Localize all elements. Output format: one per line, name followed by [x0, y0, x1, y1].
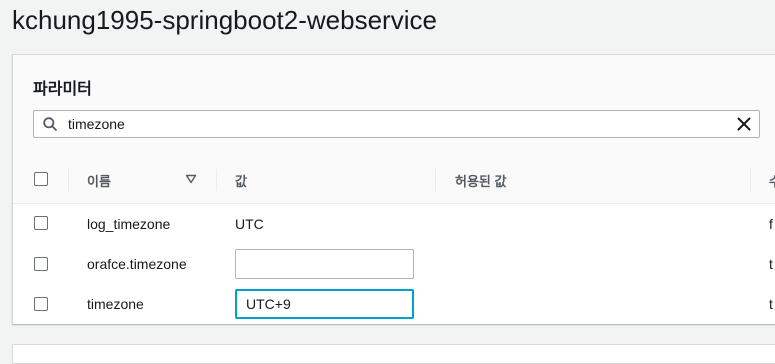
- parameter-next-column: f: [769, 216, 773, 232]
- panel-header: 파라미터: [13, 55, 775, 156]
- search-icon: [43, 117, 57, 131]
- search-input[interactable]: [68, 111, 718, 137]
- column-header-allowed-values: 허용된 값: [455, 174, 507, 189]
- parameter-value-input[interactable]: [235, 289, 414, 319]
- column-header-name[interactable]: 이름: [87, 171, 111, 190]
- column-header-value: 값: [235, 174, 247, 189]
- select-all-checkbox[interactable]: [34, 172, 48, 186]
- sort-down-icon[interactable]: [185, 174, 197, 184]
- column-separator: [216, 169, 217, 191]
- row-checkbox[interactable]: [34, 216, 48, 230]
- column-separator: [435, 169, 436, 191]
- parameter-next-column: t: [769, 296, 773, 312]
- parameters-panel: 파라미터 이름 값 허용된 값 수 log_timezone UTC: [12, 54, 775, 324]
- parameter-value: UTC: [235, 216, 264, 232]
- panel-title: 파라미터: [33, 81, 92, 98]
- table-row: orafce.timezone t: [13, 244, 775, 285]
- table-row: log_timezone UTC f: [13, 204, 775, 245]
- parameter-value-input[interactable]: [235, 249, 414, 279]
- parameter-next-column: t: [769, 256, 773, 272]
- row-checkbox[interactable]: [34, 297, 48, 311]
- parameter-name: log_timezone: [87, 216, 171, 232]
- table-row: timezone t: [13, 284, 775, 324]
- column-header-next: 수: [769, 174, 775, 189]
- close-icon[interactable]: [735, 115, 753, 133]
- parameter-name: orafce.timezone: [87, 256, 187, 272]
- row-checkbox[interactable]: [34, 257, 48, 271]
- column-separator: [68, 169, 69, 191]
- column-separator: [750, 169, 751, 191]
- search-box[interactable]: [33, 110, 760, 138]
- parameter-name: timezone: [87, 296, 144, 312]
- table-header: 이름 값 허용된 값 수: [13, 155, 775, 204]
- page-title: kchung1995-springboot2-webservice: [12, 5, 437, 35]
- next-panel: [12, 344, 775, 364]
